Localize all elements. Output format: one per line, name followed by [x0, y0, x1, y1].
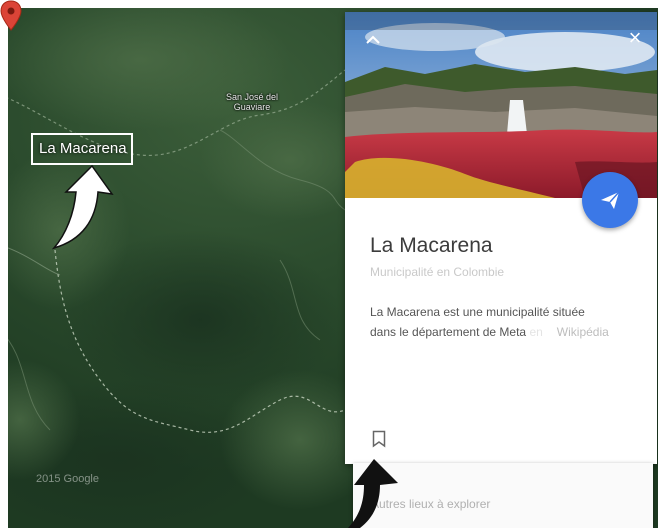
chevron-up-icon[interactable] [361, 28, 385, 52]
copyright-text: 2015 Google [36, 473, 99, 485]
description-text: dans le département de Meta [370, 325, 527, 339]
place-description: La Macarena est une municipalité située … [370, 302, 640, 342]
directions-button[interactable] [582, 172, 638, 228]
description-line-2: dans le département de Meta en Wikipédia [370, 322, 640, 342]
place-info-card: × La Macarena Municipalité en Colombie L… [345, 12, 657, 464]
annotation-arrow-icon [348, 459, 398, 528]
map-place-label[interactable]: San José del Guaviare [214, 92, 290, 112]
location-pin-icon[interactable] [0, 0, 22, 32]
place-callout: La Macarena [31, 133, 133, 165]
callout-text: La Macarena [39, 140, 127, 157]
close-icon[interactable]: × [623, 26, 647, 50]
place-subtitle: Municipalité en Colombie [370, 265, 505, 279]
annotation-arrow-icon [52, 164, 114, 250]
send-icon [601, 191, 620, 209]
bookmark-icon[interactable] [372, 430, 386, 448]
description-line-1: La Macarena est une municipalité située [370, 305, 585, 319]
description-fade: en [526, 325, 543, 339]
place-photo[interactable] [345, 12, 657, 198]
place-photo-image [345, 12, 657, 198]
place-title: La Macarena [370, 234, 493, 257]
wikipedia-link[interactable]: Wikipédia [557, 325, 609, 339]
map-copyright: 2015 Google [36, 473, 99, 485]
place-label-text: San José del Guaviare [225, 92, 279, 112]
